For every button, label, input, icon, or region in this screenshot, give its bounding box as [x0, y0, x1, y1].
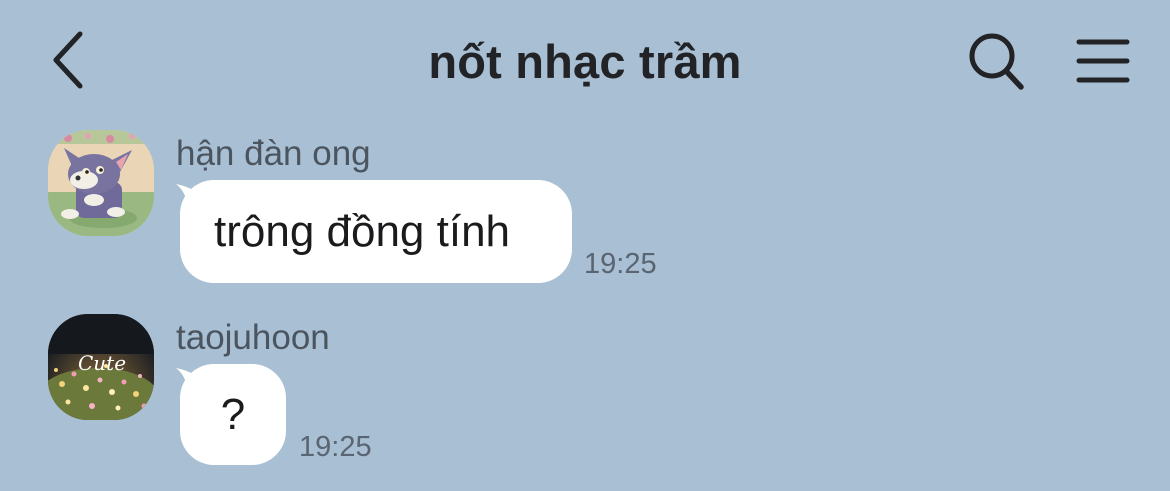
message-text: ?: [220, 389, 246, 439]
chat-header: nốt nhạc trầm: [0, 0, 1170, 120]
message-text: trông đồng tính: [214, 206, 511, 256]
message-bubble[interactable]: ?: [180, 364, 286, 465]
message-bubble[interactable]: trông đồng tính: [180, 180, 572, 283]
hamburger-menu-icon: [1076, 39, 1130, 83]
message-timestamp: 19:25: [584, 248, 657, 280]
message-timestamp: 19:25: [299, 431, 372, 463]
avatar-caption: Cute: [78, 351, 126, 375]
search-button[interactable]: [962, 26, 1032, 96]
avatar-image: Cute: [48, 314, 154, 420]
sender-name: hận đàn ong: [176, 134, 371, 173]
sender-name: taojuhoon: [176, 318, 330, 357]
flower-field-avatar[interactable]: Cute: [48, 314, 154, 420]
avatar-image: [48, 130, 154, 236]
cartoon-cat-avatar[interactable]: [48, 130, 154, 236]
search-icon: [969, 33, 1024, 90]
menu-button[interactable]: [1068, 26, 1138, 96]
